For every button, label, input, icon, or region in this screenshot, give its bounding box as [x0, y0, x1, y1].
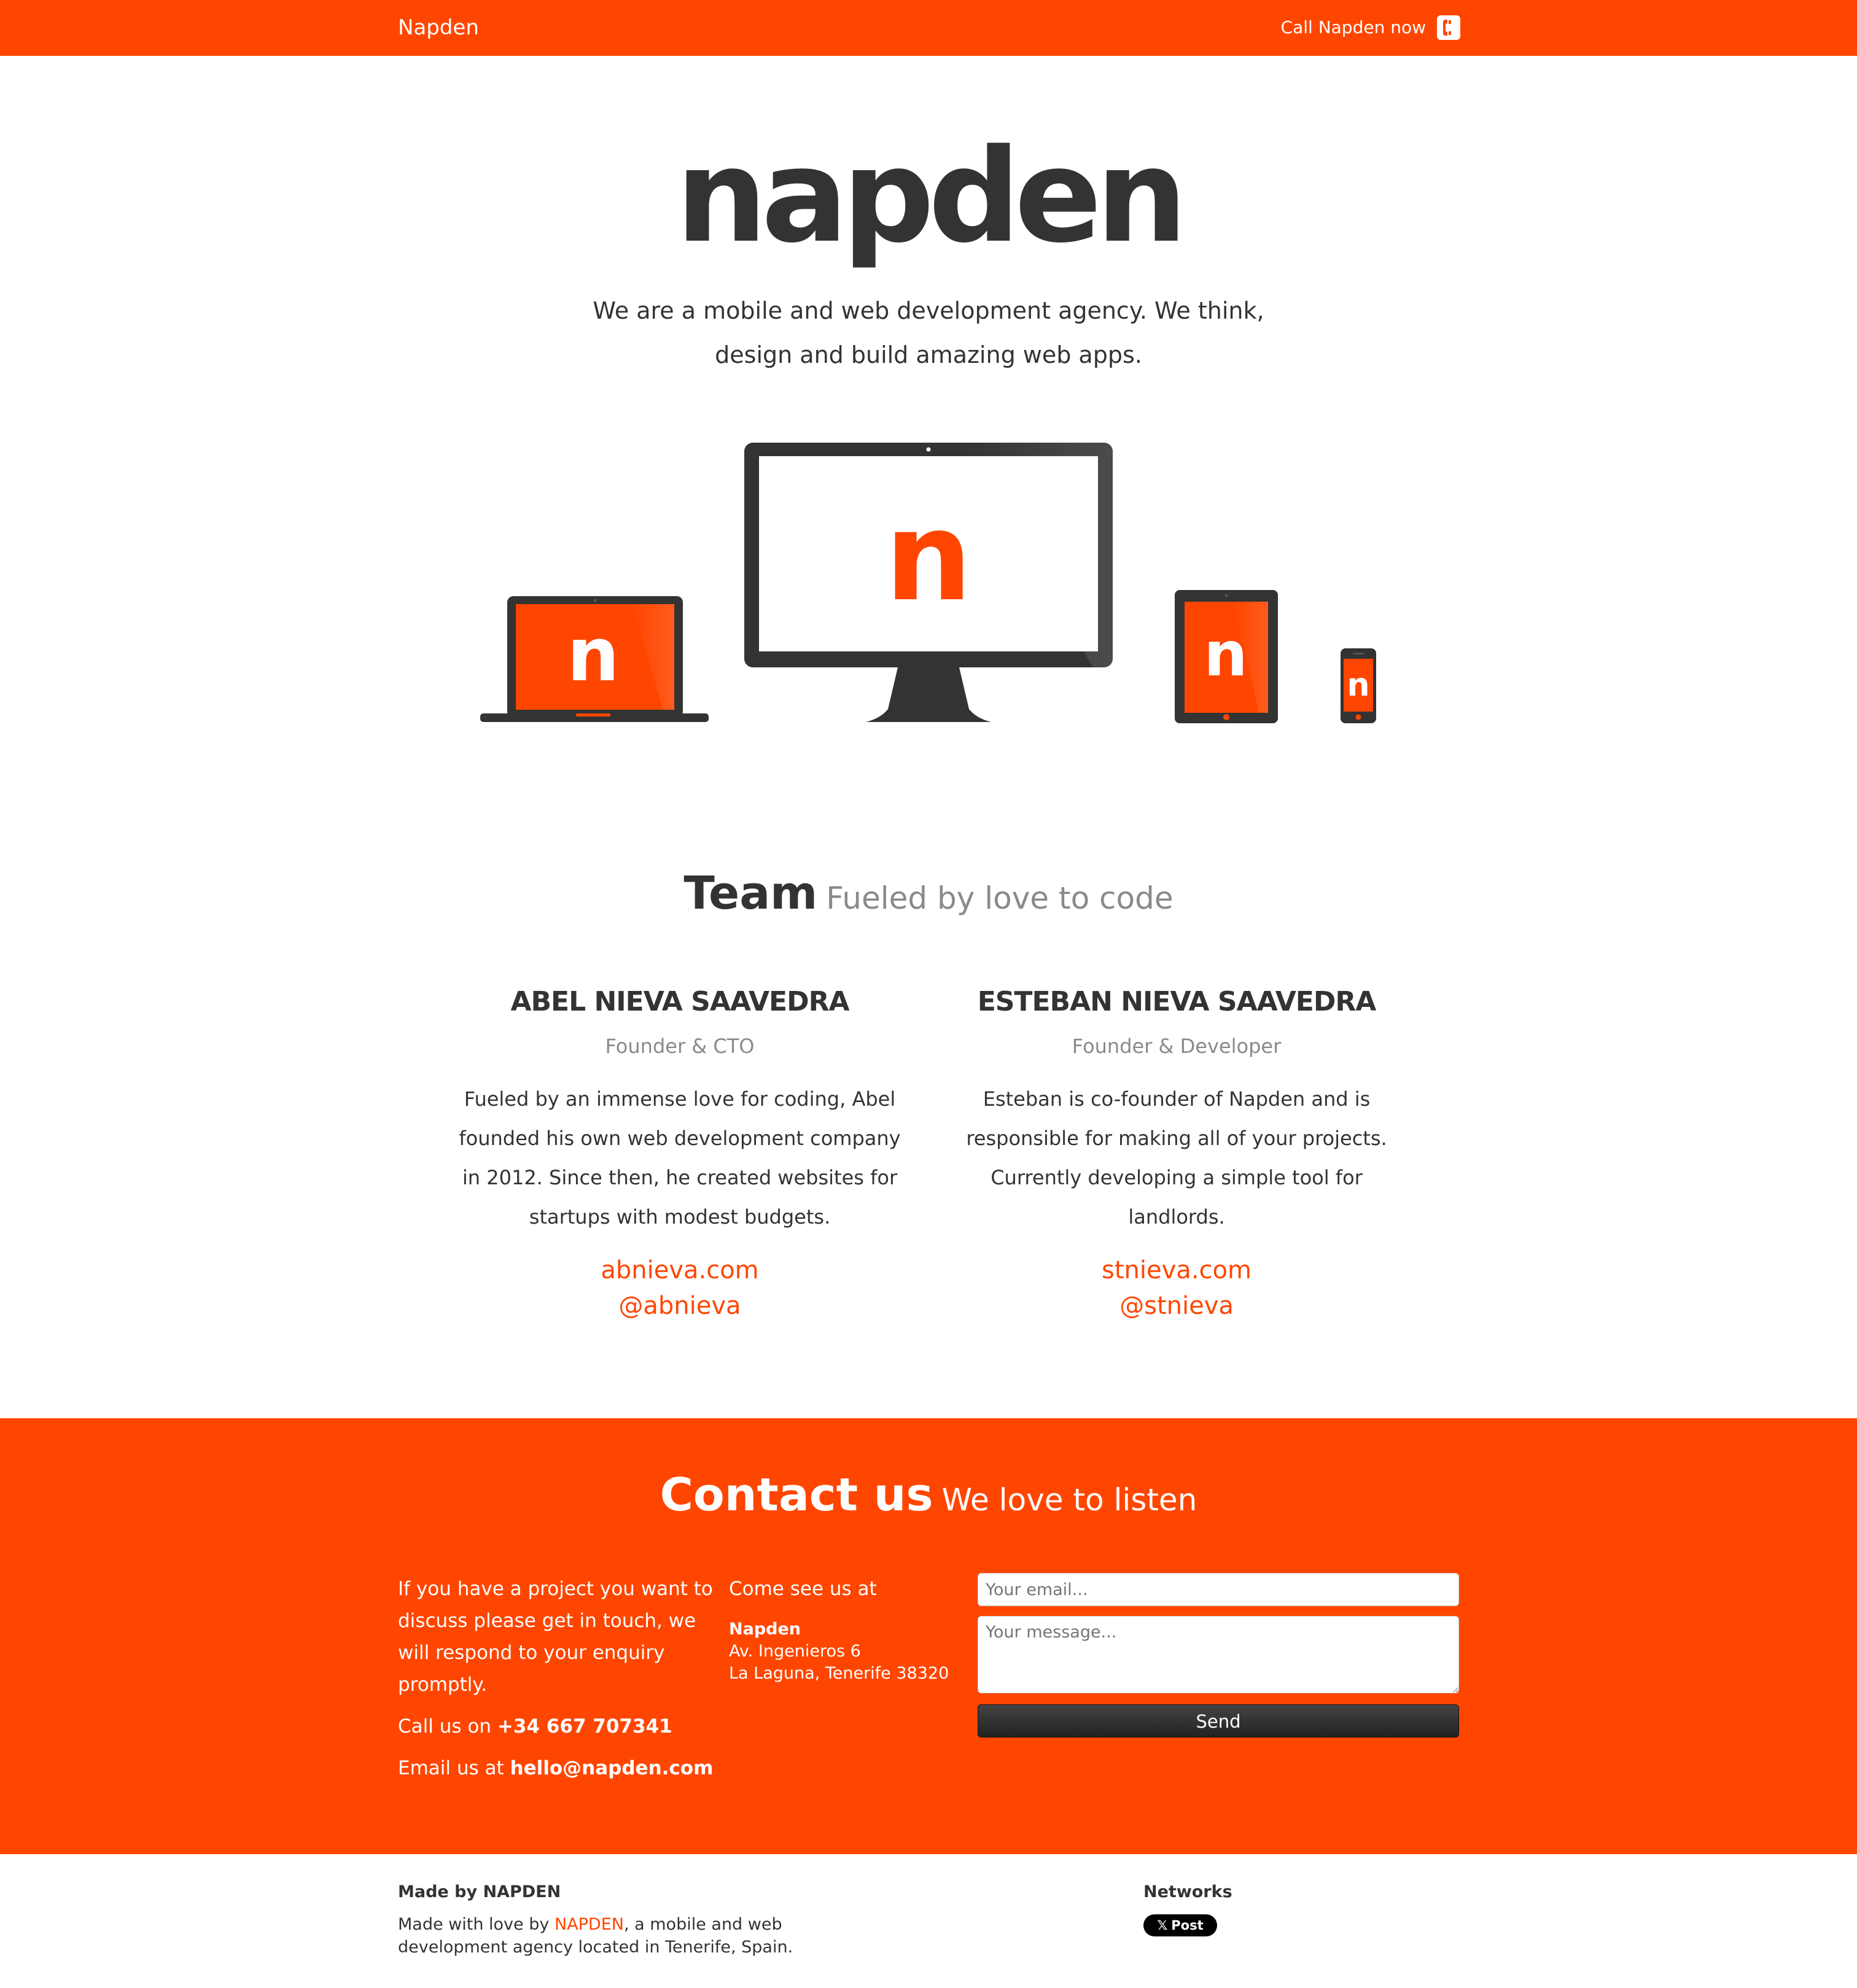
- contact-subtitle: We love to listen: [941, 1482, 1197, 1518]
- team-member-card: ESTEBAN NIEVA SAAVEDRA Founder & Develop…: [956, 976, 1398, 1324]
- contact-email[interactable]: hello@napden.com: [510, 1757, 714, 1779]
- team-subtitle: Fueled by love to code: [826, 880, 1174, 916]
- address-block: Napden Av. Ingenieros 6 La Laguna, Tener…: [729, 1618, 975, 1685]
- member-twitter-link[interactable]: @abnieva: [459, 1288, 901, 1324]
- member-website-link[interactable]: stnieva.com: [956, 1252, 1398, 1288]
- footer: Made by NAPDEN Made with love by NAPDEN,…: [0, 1854, 1857, 1988]
- x-post-button[interactable]: 𝕏 Post: [1143, 1914, 1217, 1936]
- member-role: Founder & Developer: [1072, 1035, 1282, 1058]
- footer-networks: Networks 𝕏 Post: [1143, 1880, 1389, 1936]
- made-with-prefix: Made with love by: [398, 1915, 550, 1934]
- member-name: ABEL NIEVA SAAVEDRA: [510, 986, 849, 1017]
- x-logo-icon: 𝕏: [1157, 1918, 1168, 1933]
- contact-info: If you have a project you want to discus…: [398, 1573, 717, 1794]
- email-input[interactable]: [978, 1573, 1459, 1606]
- address-line-1: Av. Ingenieros 6: [729, 1642, 861, 1661]
- footer-made-with-text: Made with love by NAPDEN, a mobile and w…: [398, 1913, 828, 1959]
- laptop-screen-letter: n: [567, 613, 619, 698]
- address-name: Napden: [729, 1620, 801, 1639]
- member-role: Founder & CTO: [605, 1035, 755, 1058]
- contact-section: Contact us We love to listen If you have …: [0, 1418, 1857, 1854]
- email-prefix: Email us at: [398, 1757, 504, 1779]
- phone-screen-letter: n: [1347, 667, 1369, 704]
- visit-label: Come see us at: [729, 1578, 877, 1600]
- member-bio: Esteban is co-founder of Napden and is r…: [966, 1087, 1387, 1229]
- send-button[interactable]: Send: [978, 1704, 1459, 1738]
- team-member-card: ABEL NIEVA SAAVEDRA Founder & CTO Fueled…: [459, 976, 901, 1324]
- member-twitter-link[interactable]: @stnieva: [956, 1288, 1398, 1324]
- member-website-link[interactable]: abnieva.com: [459, 1252, 901, 1288]
- call-prefix: Call us on: [398, 1715, 491, 1738]
- member-name: ESTEBAN NIEVA SAAVEDRA: [977, 986, 1377, 1017]
- contact-phone[interactable]: +34 667 707341: [497, 1715, 672, 1738]
- contact-email-line: Email us at hello@napden.com: [398, 1752, 717, 1784]
- footer-about: Made by NAPDEN Made with love by NAPDEN,…: [398, 1880, 828, 1959]
- contact-address: Come see us at Napden Av. Ingenieros 6 L…: [729, 1573, 975, 1685]
- post-label: Post: [1171, 1918, 1204, 1933]
- contact-heading: Contact us We love to listen: [0, 1458, 1857, 1544]
- member-bio: Fueled by an immense love for coding, Ab…: [459, 1087, 901, 1229]
- address-line-2: La Laguna, Tenerife 38320: [729, 1664, 949, 1683]
- contact-intro: If you have a project you want to discus…: [398, 1578, 713, 1696]
- team-title: Team: [683, 867, 818, 920]
- contact-phone-line: Call us on +34 667 707341: [398, 1710, 717, 1742]
- devices-illustration: n n n n: [480, 443, 1376, 723]
- message-textarea[interactable]: [978, 1616, 1459, 1693]
- contact-title: Contact us: [660, 1469, 933, 1521]
- footer-made-by-heading: Made by NAPDEN: [398, 1882, 561, 1901]
- monitor-screen-letter: n: [885, 486, 972, 629]
- contact-form: Send: [978, 1573, 1459, 1738]
- napden-link[interactable]: NAPDEN: [555, 1915, 624, 1934]
- team-heading: Team Fueled by love to code: [0, 860, 1857, 939]
- networks-heading: Networks: [1143, 1882, 1232, 1901]
- tablet-screen-letter: n: [1204, 618, 1247, 690]
